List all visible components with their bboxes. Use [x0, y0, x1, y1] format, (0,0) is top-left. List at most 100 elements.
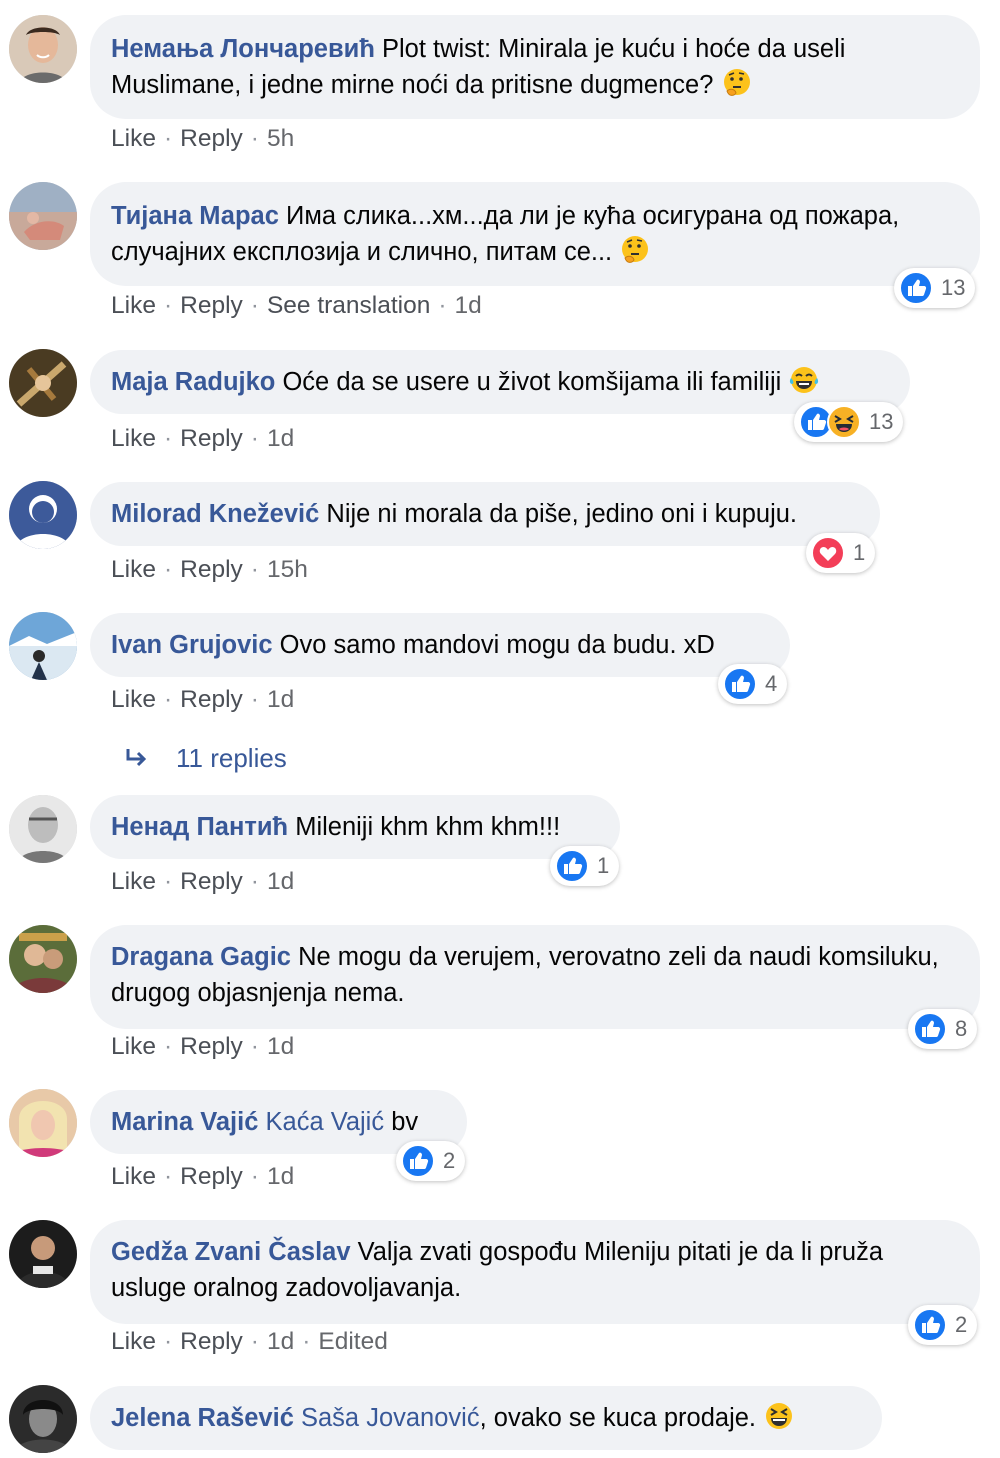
reaction-summary[interactable]: 2 — [908, 1305, 978, 1345]
comment-author[interactable]: Gedža Zvani Časlav — [111, 1238, 351, 1266]
like-link[interactable]: Like — [111, 1328, 156, 1355]
avatar[interactable] — [9, 612, 77, 680]
reply-link[interactable]: Reply — [180, 1163, 243, 1190]
comment-actions: Like · Reply · 15h — [111, 556, 308, 583]
reaction-count: 2 — [443, 1148, 456, 1173]
reaction-count: 4 — [765, 671, 778, 696]
comment-text: bv — [391, 1108, 419, 1136]
comment-actions: Like · Reply · 1d — [111, 1033, 295, 1060]
like-link[interactable]: Like — [111, 125, 156, 152]
comment-text: Ovo samo mandovi mogu da budu. xD — [279, 631, 715, 659]
comment-author[interactable]: Ненад Пантић — [111, 813, 288, 841]
reaction-summary[interactable]: 8 — [908, 1009, 978, 1049]
replies-count[interactable]: 11 replies — [176, 743, 287, 774]
view-replies-link[interactable]: 11 replies — [122, 743, 287, 774]
tagged-user[interactable]: Kaća Vajić — [266, 1108, 385, 1136]
like-reaction-icon — [401, 1144, 435, 1178]
edited-label[interactable]: Edited — [318, 1328, 387, 1355]
comment-bubble: Jelena Rašević Saša Jovanović, ovako se … — [90, 1386, 882, 1450]
reaction-summary[interactable]: 4 — [718, 664, 788, 704]
thinking-face-icon — [619, 234, 651, 266]
comment-bubble: Dragana Gagic Ne mogu da verujem, verova… — [90, 925, 980, 1029]
comment-text: Mileniji khm khm khm!!! — [295, 813, 561, 841]
comment-author[interactable]: Maja Radujko — [111, 368, 275, 396]
reaction-count: 1 — [853, 540, 866, 565]
comment-actions: Like · Reply · 1d · Edited — [111, 1328, 388, 1355]
tagged-user[interactable]: Saša Jovanović — [301, 1404, 480, 1432]
avatar[interactable] — [9, 15, 77, 83]
reaction-summary[interactable]: 1 — [550, 846, 620, 886]
reaction-summary[interactable]: 13 — [794, 402, 904, 442]
comment-author[interactable]: Milorad Knežević — [111, 500, 319, 528]
comment-author[interactable]: Marina Vajić — [111, 1108, 258, 1136]
comment-bubble: Ненад Пантић Mileniji khm khm khm!!! — [90, 795, 620, 859]
avatar[interactable] — [9, 481, 77, 549]
comment-text: Oće da se usere u život komšijama ili fa… — [282, 368, 782, 396]
comment-actions: Like · Reply · See translation · 1d — [111, 292, 482, 319]
reply-link[interactable]: Reply — [180, 1328, 243, 1355]
haha-reaction-icon — [827, 405, 861, 439]
timestamp[interactable]: 1d — [267, 1163, 294, 1190]
like-link[interactable]: Like — [111, 1163, 156, 1190]
reply-link[interactable]: Reply — [180, 1033, 243, 1060]
tears-of-joy-face-icon — [788, 364, 820, 396]
reaction-summary[interactable]: 13 — [894, 268, 976, 308]
reaction-count: 13 — [941, 275, 966, 300]
comment-author[interactable]: Dragana Gagic — [111, 943, 291, 971]
timestamp[interactable]: 1d — [267, 686, 294, 713]
like-reaction-icon — [899, 271, 933, 305]
thinking-face-icon — [721, 67, 753, 99]
comment-text: , ovako se kuca prodaje. — [479, 1404, 757, 1432]
avatar[interactable] — [9, 925, 77, 993]
timestamp[interactable]: 1d — [267, 425, 294, 452]
comment-actions: Like · Reply · 1d — [111, 425, 295, 452]
like-link[interactable]: Like — [111, 425, 156, 452]
avatar[interactable] — [9, 1089, 77, 1157]
comment-author[interactable]: Немања Лончаревић — [111, 35, 375, 63]
comment-author[interactable]: Тијана Марас — [111, 202, 279, 230]
comment-author[interactable]: Ivan Grujovic — [111, 631, 273, 659]
comment-actions: Like · Reply · 1d — [111, 1163, 295, 1190]
timestamp[interactable]: 1d — [267, 1328, 294, 1355]
reaction-count: 8 — [955, 1016, 968, 1041]
comment-bubble: Gedža Zvani Časlav Valja zvati gospođu M… — [90, 1220, 980, 1324]
timestamp[interactable]: 5h — [267, 125, 294, 152]
reply-link[interactable]: Reply — [180, 292, 243, 319]
avatar[interactable] — [9, 1220, 77, 1288]
reaction-summary[interactable]: 1 — [806, 533, 876, 573]
reply-link[interactable]: Reply — [180, 556, 243, 583]
comment-author[interactable]: Jelena Rašević — [111, 1404, 294, 1432]
comment-bubble: Milorad Knežević Nije ni morala da piše,… — [90, 482, 880, 546]
timestamp[interactable]: 1d — [455, 292, 482, 319]
like-reaction-icon — [555, 849, 589, 883]
like-link[interactable]: Like — [111, 868, 156, 895]
like-reaction-icon — [913, 1012, 947, 1046]
avatar[interactable] — [9, 795, 77, 863]
like-link[interactable]: Like — [111, 686, 156, 713]
comment-actions: Like · Reply · 5h — [111, 125, 295, 152]
comment-bubble: Ivan Grujovic Ovo samo mandovi mogu da b… — [90, 613, 790, 677]
love-reaction-icon — [811, 536, 845, 570]
avatar[interactable] — [9, 182, 77, 250]
avatar[interactable] — [9, 349, 77, 417]
like-link[interactable]: Like — [111, 556, 156, 583]
comment-bubble: Немања Лончаревић Plot twist: Minirala j… — [90, 15, 980, 119]
see-translation-link[interactable]: See translation — [267, 292, 430, 319]
reply-link[interactable]: Reply — [180, 868, 243, 895]
reaction-summary[interactable]: 2 — [396, 1141, 466, 1181]
like-link[interactable]: Like — [111, 292, 156, 319]
avatar[interactable] — [9, 1385, 77, 1453]
reply-link[interactable]: Reply — [180, 686, 243, 713]
comment-bubble: Maja Radujko Oće da se usere u život kom… — [90, 350, 910, 414]
comment-bubble: Тијана Марас Има слика...хм...да ли је к… — [90, 182, 980, 286]
timestamp[interactable]: 15h — [267, 556, 308, 583]
reaction-count: 13 — [869, 409, 894, 434]
like-link[interactable]: Like — [111, 1033, 156, 1060]
comment-text: Nije ni morala da piše, jedino oni i kup… — [326, 500, 798, 528]
reply-link[interactable]: Reply — [180, 125, 243, 152]
reply-arrow-icon — [126, 748, 147, 766]
timestamp[interactable]: 1d — [267, 868, 294, 895]
comment-actions: Like · Reply · 1d — [111, 868, 295, 895]
timestamp[interactable]: 1d — [267, 1033, 294, 1060]
reply-link[interactable]: Reply — [180, 425, 243, 452]
